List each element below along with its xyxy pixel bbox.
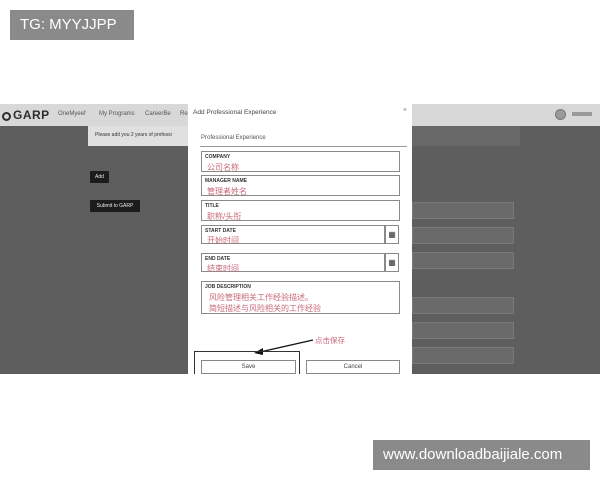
garp-logo[interactable]: GARP	[2, 108, 50, 122]
background-field	[412, 202, 514, 219]
nav-item-2[interactable]: CareerBe	[145, 111, 171, 117]
background-field	[412, 297, 514, 314]
submit-to-garp-button[interactable]: Submit to GARP	[90, 200, 140, 212]
nav-item-0[interactable]: OneMyeef	[58, 111, 86, 117]
screenshot: GARP OneMyeef My Programs CareerBe Re Pl…	[0, 104, 600, 374]
annotation-arrow	[254, 339, 314, 355]
watermark-label: www.downloadbaijiale.com	[373, 440, 590, 470]
avatar[interactable]	[555, 109, 566, 120]
background-field	[412, 227, 514, 244]
tag-label: TG: MYYJJPP	[10, 10, 134, 40]
add-experience-modal: Add Professional Experience × Profession…	[188, 104, 412, 374]
background-panel	[412, 126, 520, 146]
logo-ring-icon	[2, 112, 11, 121]
background-field	[412, 322, 514, 339]
add-button[interactable]: Add	[90, 171, 109, 183]
logo-text: GARP	[13, 108, 50, 122]
nav-item-3[interactable]: Re	[180, 111, 188, 117]
save-button[interactable]: Save	[201, 360, 296, 374]
nav-item-1[interactable]: My Programs	[99, 111, 135, 117]
info-text: Please add you 2 years of professi	[95, 132, 172, 138]
cancel-button[interactable]: Cancel	[306, 360, 400, 374]
background-field	[412, 252, 514, 269]
background-field	[412, 347, 514, 364]
user-name-placeholder	[572, 112, 592, 116]
